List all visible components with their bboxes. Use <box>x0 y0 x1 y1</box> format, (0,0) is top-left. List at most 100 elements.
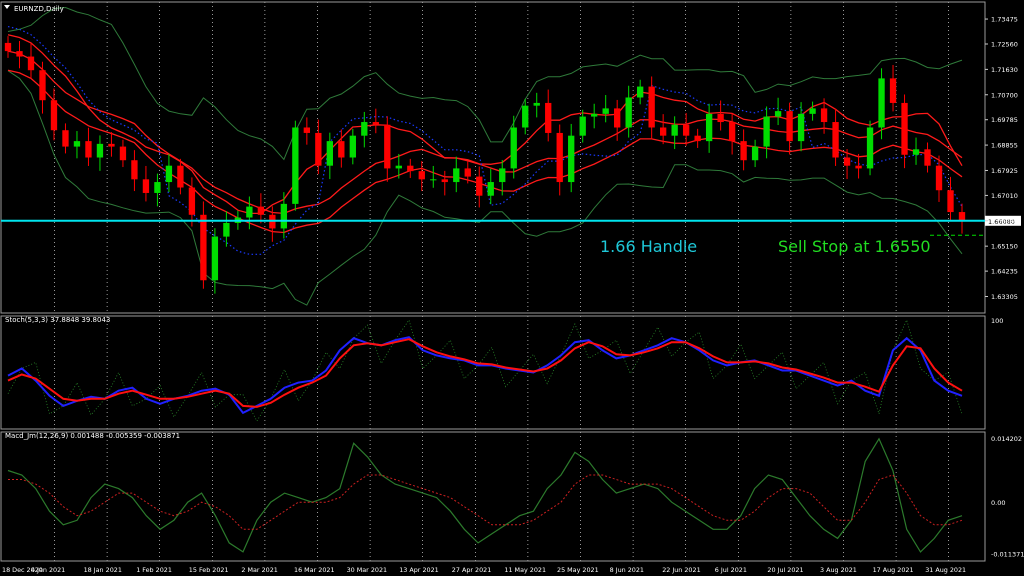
price-tick-label: 1.64235 <box>991 268 1018 276</box>
candle-body <box>16 51 23 57</box>
price-tick-label: 1.65150 <box>991 243 1018 251</box>
candle-body <box>395 165 402 169</box>
candle-body <box>889 78 897 103</box>
stoch-label: Stoch(5,3,3) 37.8848 39.8043 <box>5 316 110 324</box>
time-label: 6 Jul 2021 <box>715 566 747 574</box>
time-label: 18 Jan 2021 <box>84 566 122 574</box>
candle-body <box>96 143 104 158</box>
candle-body <box>292 127 299 204</box>
candle-body <box>510 127 517 169</box>
candle-body <box>4 42 12 52</box>
candle-body <box>625 97 632 128</box>
candle-body <box>866 127 874 169</box>
price-tick-label: 1.68855 <box>991 142 1018 150</box>
candle-body <box>39 70 46 101</box>
candle-body <box>522 105 529 128</box>
macd-panel-border <box>0 431 986 562</box>
time-label: 4 Jan 2021 <box>31 566 65 574</box>
candle-body <box>774 111 782 117</box>
candle-body <box>637 86 644 98</box>
candle-body <box>935 165 943 191</box>
time-label: 8 Jun 2021 <box>610 566 644 574</box>
candle-body <box>211 236 219 281</box>
candle-body <box>27 56 35 71</box>
time-label: 25 May 2021 <box>557 566 599 574</box>
stoch-raw-line <box>7 318 963 422</box>
chart-canvas: 1.66080 1.73475 1.72560 1.71630 1.70700 1.69… <box>0 1 1024 574</box>
price-tick-label: 1.73475 <box>991 16 1018 24</box>
macd-tick-label: 0.014202 <box>991 435 1022 443</box>
handle-annotation: 1.66 Handle <box>600 237 697 256</box>
price-tick-label: 1.63305 <box>991 293 1018 301</box>
candle-body <box>280 203 288 229</box>
candle-body <box>119 146 127 161</box>
price-axes: 1.73475 1.72560 1.71630 1.70700 1.69785 1.688… <box>985 16 1024 559</box>
candle-body <box>763 116 770 147</box>
candle-body <box>453 168 460 183</box>
stoch-main-line <box>7 336 963 415</box>
candle-body <box>878 78 885 128</box>
candle-body <box>797 113 805 142</box>
time-label: 20 Jul 2021 <box>767 566 803 574</box>
candle-body <box>591 113 598 117</box>
time-label: 13 Apr 2021 <box>399 566 439 574</box>
candle-body <box>303 127 311 133</box>
symbol-menu-icon[interactable] <box>4 5 10 9</box>
price-tick-label: 1.69785 <box>991 116 1018 124</box>
sell-stop-annotation: Sell Stop at 1.6550 <box>778 237 931 256</box>
candle-body <box>85 141 92 158</box>
candle-body <box>751 146 759 161</box>
panel-borders <box>0 1 986 562</box>
macd-line <box>7 437 963 553</box>
candle-body <box>246 206 253 218</box>
candle-body <box>430 179 437 181</box>
handle-line[interactable]: 1.66080 <box>1 215 1021 236</box>
candle-body <box>809 108 816 114</box>
time-label: 2 Mar 2021 <box>241 566 277 574</box>
time-axis: 18 Dec 20204 Jan 2021 18 Jan 2021 1 Feb 20… <box>2 566 966 574</box>
ma-middle <box>7 50 963 215</box>
candle-body <box>476 176 483 196</box>
time-label: 31 Aug 2021 <box>925 566 966 574</box>
grid <box>54 2 950 561</box>
price-tick-label: 1.66080 <box>991 217 1018 225</box>
stoch-panel-border <box>0 315 986 430</box>
candle-body <box>614 108 621 128</box>
candle-body <box>671 124 678 136</box>
candle-body <box>499 168 506 183</box>
stoch-signal-line <box>7 338 963 408</box>
chart-window: 1.66080 1.73475 1.72560 1.71630 1.70700 1.69… <box>0 0 1024 576</box>
candle-body <box>349 135 356 158</box>
candle-body <box>545 102 552 133</box>
candle-body <box>142 179 150 193</box>
candle-body <box>912 149 920 155</box>
candle-body <box>372 122 379 125</box>
candle-body <box>177 165 184 188</box>
candle-body <box>958 212 966 221</box>
time-label: 3 Aug 2021 <box>820 566 857 574</box>
candle-body <box>418 171 425 180</box>
candle-body <box>223 222 230 237</box>
candle-body <box>200 214 207 281</box>
candle-body <box>602 108 609 114</box>
candle-body <box>648 86 655 128</box>
candle-body <box>901 102 908 155</box>
candle-body <box>832 122 839 158</box>
candle-body <box>131 160 138 180</box>
time-label: 15 Feb 2021 <box>189 566 229 574</box>
candle-body <box>154 182 161 193</box>
band-upper <box>7 6 963 161</box>
candle-body <box>188 187 196 215</box>
candle-body <box>257 206 265 215</box>
candle-body <box>947 190 954 213</box>
price-tick-label: 1.72560 <box>991 41 1018 49</box>
macd-tick-label: -0.011371 <box>991 551 1024 559</box>
time-label: 30 Mar 2021 <box>347 566 388 574</box>
candle-body <box>384 124 391 169</box>
macd-panel <box>7 437 963 553</box>
candle-body <box>407 165 414 172</box>
candle-body <box>533 102 540 106</box>
candle-body <box>786 111 793 142</box>
candle-body <box>740 141 747 161</box>
time-label: 22 Jun 2021 <box>662 566 700 574</box>
